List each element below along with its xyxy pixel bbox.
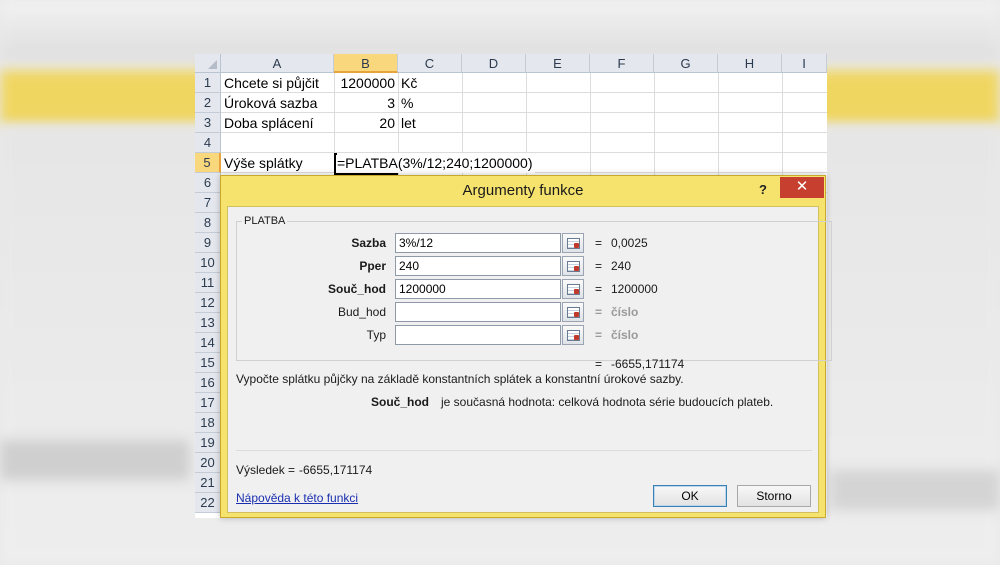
cell-c1[interactable]: Kč [398, 73, 462, 93]
row-header[interactable]: 20 [195, 453, 221, 473]
row-header[interactable]: 9 [195, 233, 221, 253]
background-shadow-right [830, 470, 1000, 510]
row-header[interactable]: 11 [195, 273, 221, 293]
arg-value-typ: číslo [611, 328, 639, 342]
arg-value-sazba: 0,0025 [611, 236, 648, 250]
range-select-icon[interactable] [562, 256, 584, 276]
row-header[interactable]: 16 [195, 373, 221, 393]
arg-label-typ: Typ [366, 328, 386, 342]
row-header[interactable]: 5 [195, 153, 221, 173]
function-arguments-dialog: Argumenty funkce ? ✕ PLATBA Sazba 3%/12 … [220, 175, 832, 518]
arg-help-name: Souč_hod [371, 395, 430, 409]
cell-c2[interactable]: % [398, 93, 462, 113]
row-header[interactable]: 15 [195, 353, 221, 373]
row-header[interactable]: 17 [195, 393, 221, 413]
cell-b2[interactable]: 3 [334, 93, 398, 113]
cancel-button[interactable]: Storno [737, 485, 811, 507]
arg-value-bud-hod: číslo [611, 305, 639, 319]
result-label: Výsledek = [236, 463, 296, 477]
arg-input-bud-hod[interactable] [395, 302, 561, 322]
result-value: -6655,171174 [299, 463, 373, 477]
dialog-title: Argumenty funkce [462, 182, 584, 199]
arg-label-souc-hod: Souč_hod [327, 282, 386, 296]
column-header-a[interactable]: A [221, 54, 334, 73]
close-icon: ✕ [795, 178, 809, 195]
arg-input-pper[interactable]: 240 [395, 256, 561, 276]
column-header-h[interactable]: H [718, 54, 782, 73]
row-header[interactable]: 2 [195, 93, 221, 113]
column-header-c[interactable]: C [398, 54, 462, 73]
row-header[interactable]: 6 [195, 173, 221, 193]
arg-input-typ[interactable] [395, 325, 561, 345]
column-header-d[interactable]: D [462, 54, 526, 73]
column-header-f[interactable]: F [590, 54, 654, 73]
equals-sign: = [595, 259, 603, 273]
help-link[interactable]: Nápověda k této funkci [236, 491, 358, 505]
row-header[interactable]: 19 [195, 433, 221, 453]
row-header[interactable]: 13 [195, 313, 221, 333]
function-name: PLATBA [242, 215, 288, 227]
row-header[interactable]: 14 [195, 333, 221, 353]
equals-sign: = [595, 305, 603, 319]
cell-c3[interactable]: let [398, 113, 462, 133]
cell-b5-formula[interactable]: =PLATBA(3%/12;240;1200000) [337, 153, 535, 173]
cell-a1[interactable]: Chcete si půjčit [221, 73, 334, 93]
column-header-g[interactable]: G [654, 54, 718, 73]
cell-b1[interactable]: 1200000 [334, 73, 398, 93]
row-header[interactable]: 22 [195, 493, 221, 513]
cell-b3[interactable]: 20 [334, 113, 398, 133]
select-all-corner[interactable] [195, 54, 221, 73]
formula-result: -6655,171174 [611, 357, 685, 371]
background-shadow-left [0, 440, 190, 480]
row-header[interactable]: 3 [195, 113, 221, 133]
row-header[interactable]: 10 [195, 253, 221, 273]
equals-sign: = [595, 282, 603, 296]
range-select-icon[interactable] [562, 302, 584, 322]
arg-label-bud-hod: Bud_hod [337, 305, 386, 319]
close-button[interactable]: ✕ [780, 177, 824, 198]
column-header-b[interactable]: B [334, 54, 398, 73]
arg-help-text: je současná hodnota: celková hodnota sér… [441, 395, 774, 409]
help-button[interactable]: ? [753, 180, 773, 200]
dialog-body: PLATBA Sazba 3%/12 = 0,0025 Pper 240 = 2… [227, 206, 832, 513]
function-description: Vypočte splátku půjčky na základě konsta… [236, 372, 684, 386]
separator [236, 450, 812, 451]
grid-row [221, 133, 827, 153]
row-header[interactable]: 7 [195, 193, 221, 213]
arg-input-souc-hod[interactable]: 1200000 [395, 279, 561, 299]
range-select-icon[interactable] [562, 233, 584, 253]
background-top [0, 0, 1000, 60]
row-header[interactable]: 8 [195, 213, 221, 233]
cell-a5[interactable]: Výše splátky [221, 153, 334, 173]
range-select-icon[interactable] [562, 279, 584, 299]
row-header[interactable]: 12 [195, 293, 221, 313]
equals-sign: = [595, 236, 603, 250]
row-header[interactable]: 18 [195, 413, 221, 433]
arg-label-sazba: Sazba [351, 236, 386, 250]
row-header[interactable]: 1 [195, 73, 221, 93]
arg-value-souc-hod: 1200000 [611, 282, 658, 296]
range-select-icon[interactable] [562, 325, 584, 345]
arg-label-pper: Pper [359, 259, 386, 273]
equals-sign: = [595, 357, 603, 371]
row-header[interactable]: 4 [195, 133, 221, 153]
equals-sign: = [595, 328, 603, 342]
arg-value-pper: 240 [611, 259, 632, 273]
column-header-e[interactable]: E [526, 54, 590, 73]
cell-a3[interactable]: Doba splácení [221, 113, 334, 133]
ok-button[interactable]: OK [653, 485, 727, 507]
column-header-i[interactable]: I [782, 54, 827, 73]
arg-input-sazba[interactable]: 3%/12 [395, 233, 561, 253]
cell-a2[interactable]: Úroková sazba [221, 93, 334, 113]
row-header[interactable]: 21 [195, 473, 221, 493]
